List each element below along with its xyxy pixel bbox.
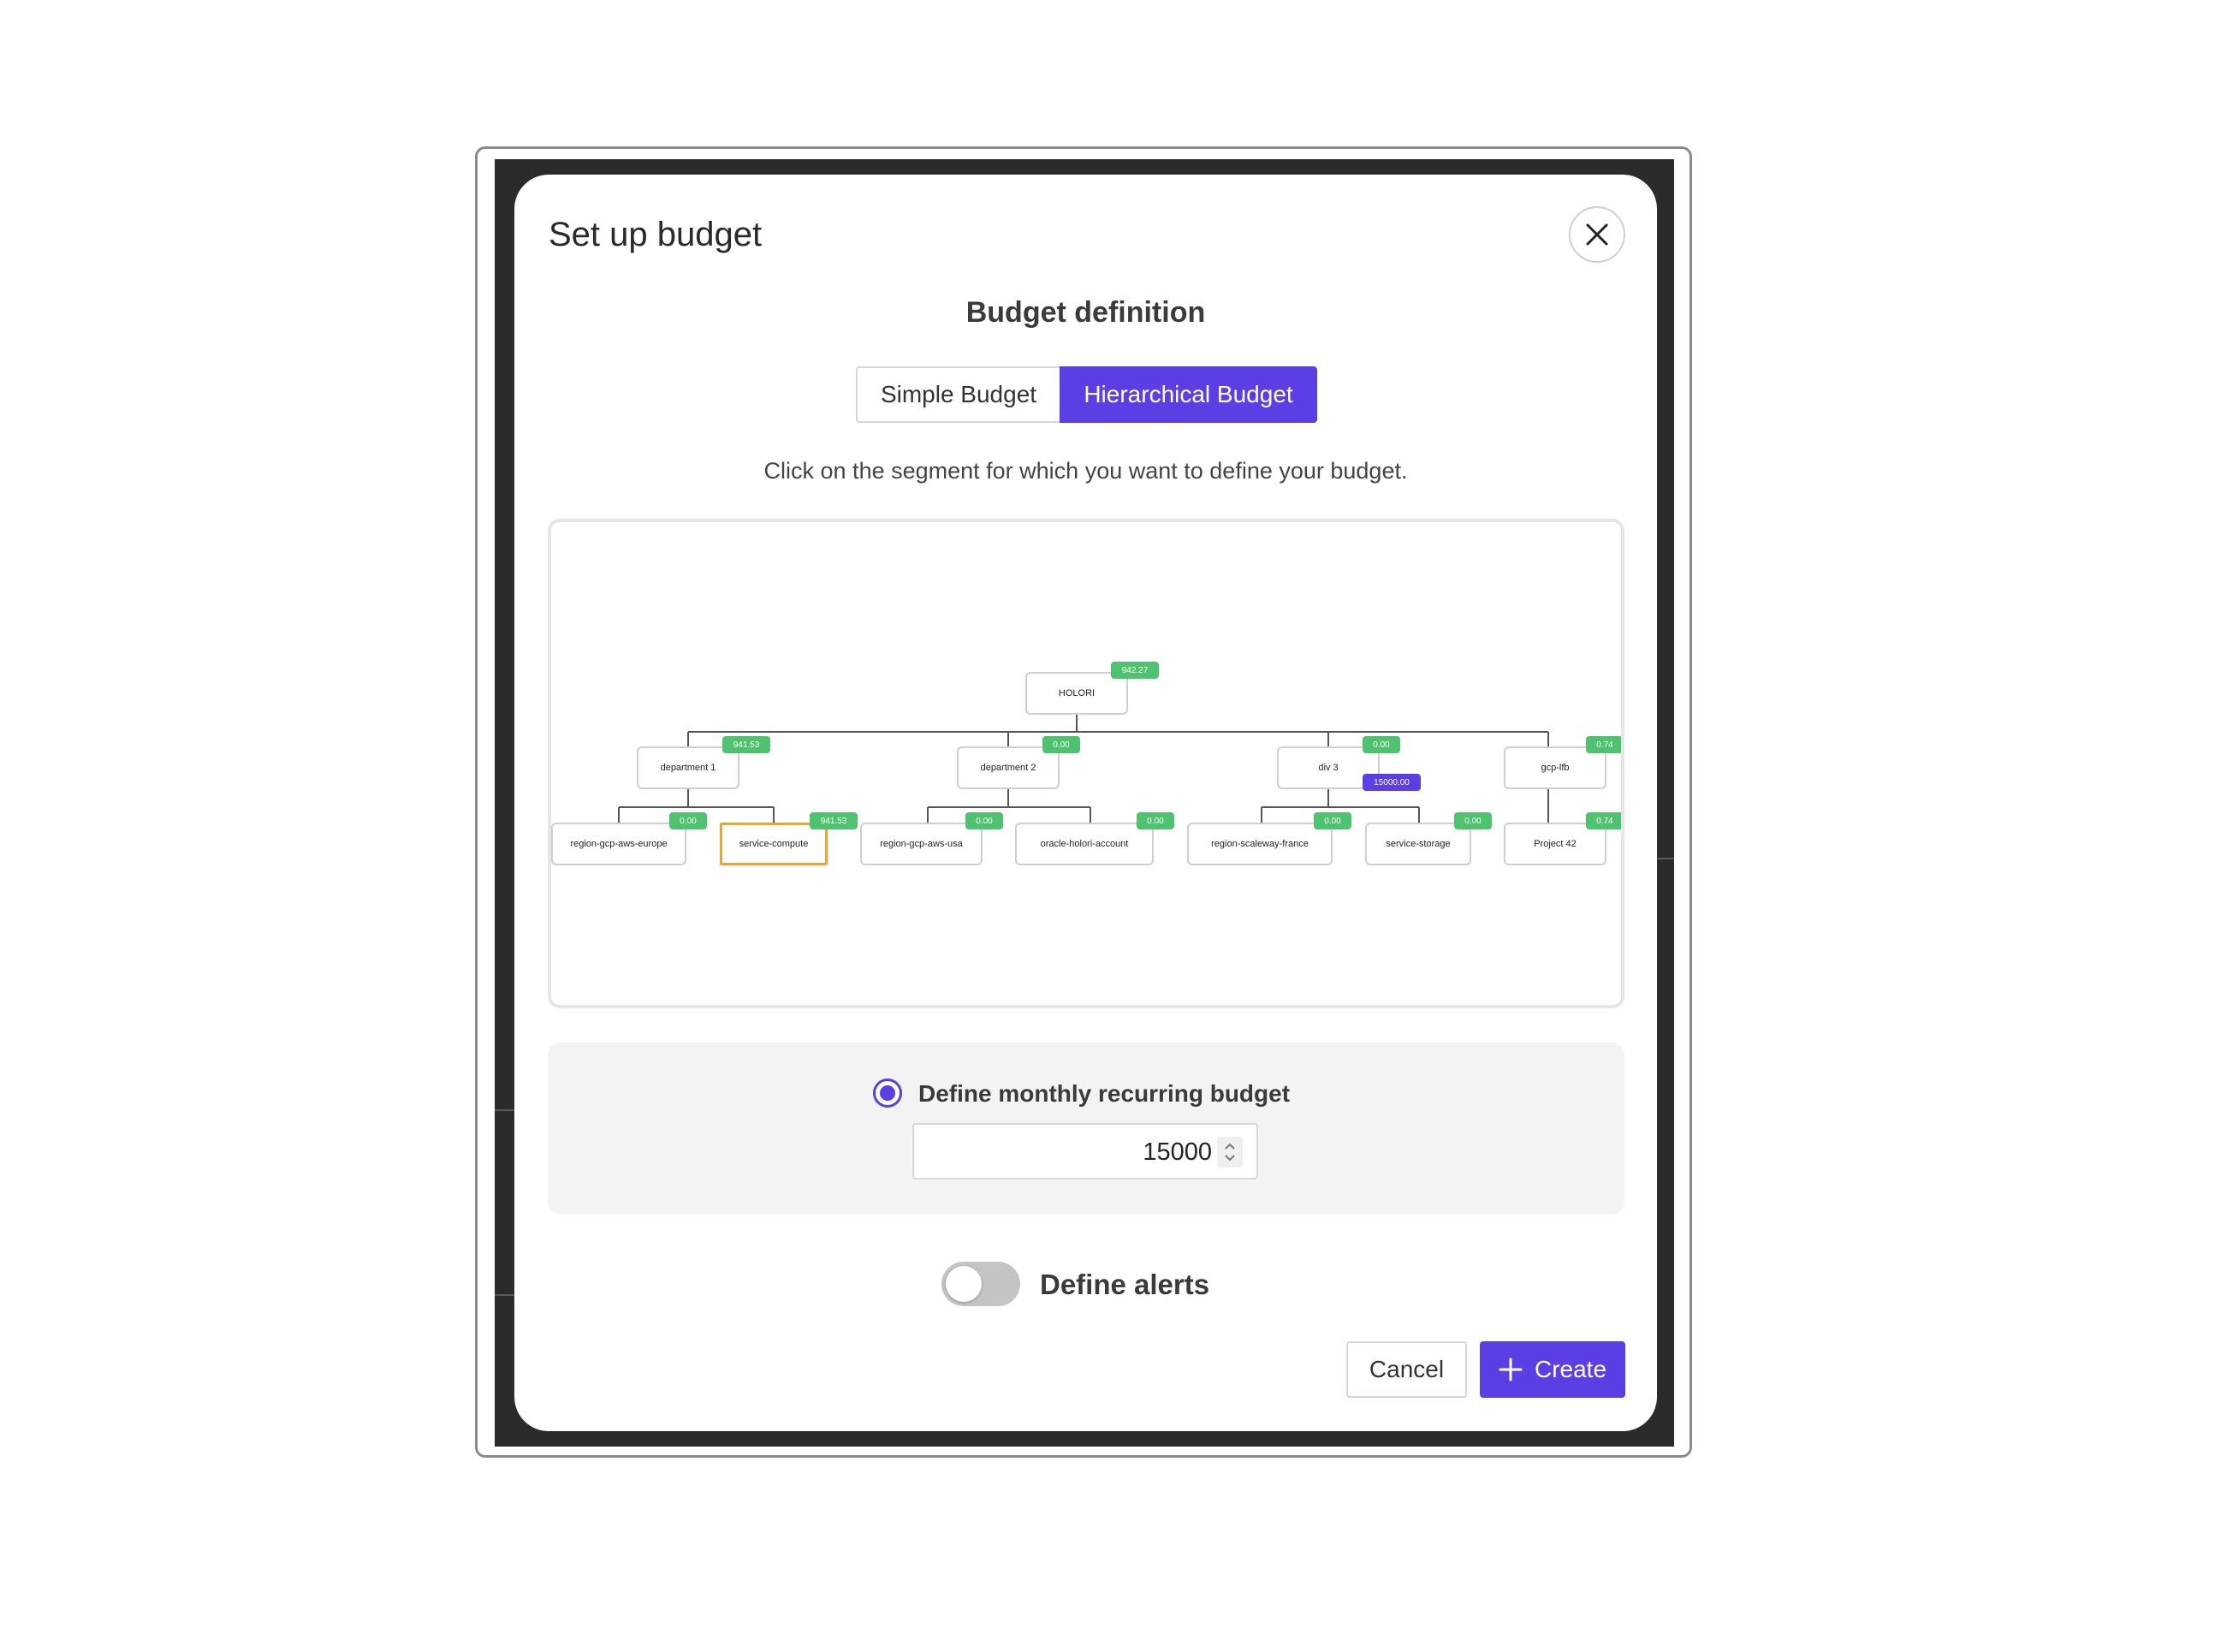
tab-simple-budget[interactable]: Simple Budget: [856, 366, 1060, 423]
cost-badge: 0.00: [965, 812, 1003, 829]
setup-budget-modal: Set up budget Budget definition Simple B…: [514, 175, 1657, 1431]
tab-hierarchical-budget[interactable]: Hierarchical Budget: [1060, 366, 1317, 423]
tree-node-oracle-holori-account[interactable]: oracle-holori-account: [1015, 823, 1154, 865]
tree-node-region-gcp-aws-usa[interactable]: region-gcp-aws-usa: [860, 823, 983, 865]
create-button[interactable]: Create: [1480, 1341, 1625, 1398]
instruction-text: Click on the segment for which you want …: [763, 458, 1408, 484]
cost-badge: 0.74: [1586, 736, 1621, 753]
cost-badge: 942.27: [1111, 662, 1159, 679]
budget-amount-panel: Define monthly recurring budget 15000: [548, 1043, 1624, 1214]
tree-node-region-gcp-aws-europe[interactable]: region-gcp-aws-europe: [551, 823, 686, 865]
define-alerts-toggle[interactable]: [941, 1262, 1020, 1306]
cost-badge: 0.00: [1454, 812, 1492, 829]
amount-spinner[interactable]: [1217, 1137, 1243, 1168]
plus-icon: [1499, 1358, 1523, 1382]
create-button-label: Create: [1534, 1356, 1607, 1382]
define-alerts-label: Define alerts: [1040, 1269, 1210, 1300]
cost-badge: 0.74: [1586, 812, 1621, 829]
budget-amount-value: 15000: [1143, 1138, 1212, 1166]
cancel-button[interactable]: Cancel: [1346, 1341, 1467, 1398]
cost-badge: 0.00: [1314, 812, 1351, 829]
cost-badge: 0.00: [1137, 812, 1174, 829]
close-button[interactable]: [1569, 206, 1625, 263]
cost-badge: 0.00: [669, 812, 707, 829]
toggle-knob: [946, 1266, 982, 1302]
cost-badge: 941.53: [810, 812, 858, 829]
budget-hierarchy-tree: HOLORI 942.27 department 1 941.53 depart…: [548, 519, 1624, 1008]
cost-badge: 0.00: [1042, 736, 1080, 753]
modal-title: Set up budget: [549, 216, 763, 253]
close-icon: [1586, 223, 1608, 246]
budget-definition-title: Budget definition: [965, 296, 1206, 329]
spinner-arrows-icon: [1225, 1143, 1235, 1162]
tree-node-region-scaleway-france[interactable]: region-scaleway-france: [1187, 823, 1333, 865]
cost-badge: 0.00: [1363, 736, 1400, 753]
radio-selected-dot: [880, 1085, 895, 1101]
cost-badge: 941.53: [722, 736, 770, 753]
budget-badge: 15000.00: [1363, 774, 1421, 791]
budget-amount-input[interactable]: 15000: [912, 1123, 1258, 1180]
monthly-recurring-radio[interactable]: [873, 1079, 902, 1108]
monthly-recurring-label: Define monthly recurring budget: [918, 1080, 1291, 1107]
